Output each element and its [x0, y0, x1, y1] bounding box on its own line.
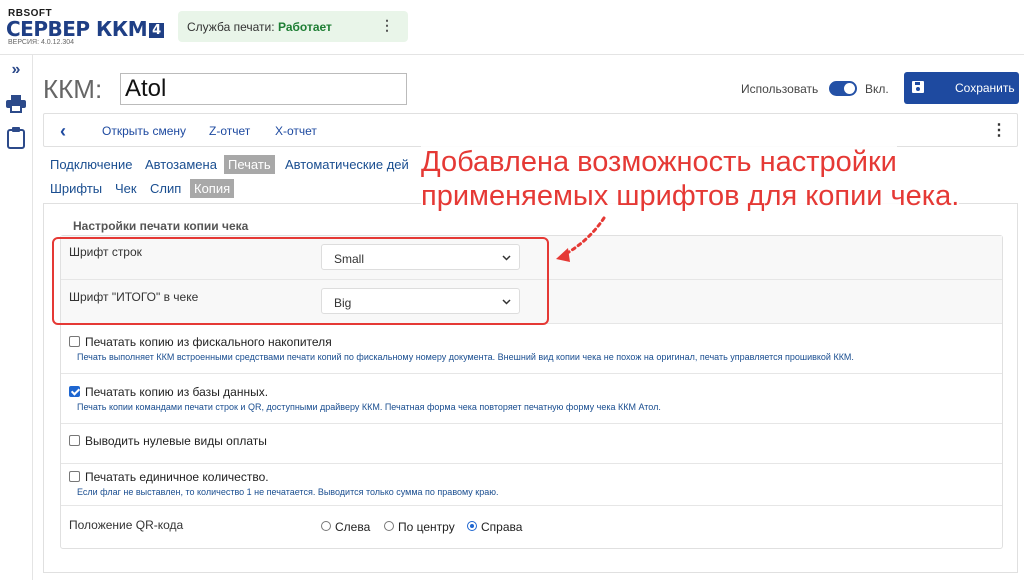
device-name-input[interactable]: [120, 73, 407, 105]
kebab-menu-icon[interactable]: ⋮: [991, 120, 1007, 140]
option-row: [61, 374, 1002, 424]
subtab-copy[interactable]: Копия: [190, 179, 235, 198]
subtab-fonts[interactable]: Шрифты: [46, 179, 106, 198]
annotation-arrow-icon: [556, 216, 606, 262]
floppy-disk-icon: [912, 81, 924, 93]
action-toolbar: ‹ Открыть смену Z-отчет X-отчет ⋮: [43, 113, 1018, 147]
annotation-line-1: Добавлена возможность настройки: [421, 146, 897, 179]
printer-icon[interactable]: [6, 95, 26, 118]
z-report-button[interactable]: Z-отчет: [209, 124, 250, 138]
qr-position-label: Положение QR-кода: [69, 518, 184, 532]
top-bar: RBSOFT СЕРВЕР ККМ 4 ВЕРСИЯ: 4.0.12.304 Сл…: [0, 0, 1024, 55]
qr-right-radio[interactable]: [467, 521, 477, 531]
save-button[interactable]: Сохранить: [904, 72, 1019, 104]
unit-quantity-checkbox[interactable]: [69, 471, 80, 482]
fiscal-copy-checkbox[interactable]: [69, 336, 80, 347]
tab-automatic-actions[interactable]: Автоматические дей: [281, 155, 413, 174]
expand-double-chevron-icon[interactable]: »: [6, 61, 26, 79]
tab-autoreplace[interactable]: Автозамена: [141, 155, 221, 174]
device-prefix-label: ККМ:: [43, 74, 103, 104]
zero-payments-checkbox[interactable]: [69, 435, 80, 446]
tab-print[interactable]: Печать: [224, 155, 275, 174]
enable-toggle[interactable]: [829, 81, 857, 96]
option-row: [61, 324, 1002, 374]
zero-payments-label: Выводить нулевые виды оплаты: [85, 434, 267, 448]
qr-center-radio[interactable]: [384, 521, 394, 531]
fiscal-copy-hint: Печать выполняет ККМ встроенными средств…: [77, 352, 854, 362]
qr-center-label: По центру: [398, 520, 455, 534]
clipboard-icon[interactable]: [6, 127, 26, 154]
brand-name: СЕРВЕР ККМ: [6, 17, 148, 41]
qr-left-radio[interactable]: [321, 521, 331, 531]
x-report-button[interactable]: X-отчет: [275, 124, 317, 138]
db-copy-checkbox[interactable]: [69, 386, 80, 397]
service-label: Служба печати:: [187, 20, 275, 34]
unit-quantity-hint: Если флаг не выставлен, то количество 1 …: [77, 487, 499, 497]
subtab-receipt[interactable]: Чек: [111, 179, 141, 198]
qr-left-label: Слева: [335, 520, 371, 534]
subtab-slip[interactable]: Слип: [146, 179, 185, 198]
save-button-label: Сохранить: [955, 81, 1015, 95]
print-service-status: Служба печати: Работает ⋮: [178, 11, 408, 42]
use-label: Использовать: [741, 82, 819, 96]
open-shift-button[interactable]: Открыть смену: [102, 124, 186, 138]
kebab-menu-icon[interactable]: ⋮: [380, 17, 394, 34]
annotation-line-2: применяемых шрифтов для копии чека.: [421, 180, 960, 213]
db-copy-label: Печатать копию из базы данных.: [85, 385, 269, 399]
sidebar: »: [0, 55, 33, 580]
brand-version-badge: 4: [149, 23, 164, 38]
highlight-frame: [52, 237, 549, 325]
tab-connection[interactable]: Подключение: [46, 155, 136, 174]
app-version: ВЕРСИЯ: 4.0.12.304: [8, 39, 75, 46]
toggle-knob: [844, 83, 855, 94]
unit-quantity-label: Печатать единичное количество.: [85, 470, 269, 484]
chevron-left-icon[interactable]: ‹: [60, 121, 66, 142]
settings-section-title: Настройки печати копии чека: [73, 219, 249, 233]
service-status-value: Работает: [278, 20, 332, 34]
qr-right-label: Справа: [481, 520, 523, 534]
brand-logo[interactable]: СЕРВЕР ККМ 4: [6, 17, 164, 41]
db-copy-hint: Печать копии командами печати строк и QR…: [77, 402, 661, 412]
toggle-state-label: Вкл.: [865, 82, 889, 96]
fiscal-copy-label: Печатать копию из фискального накопителя: [85, 335, 332, 349]
